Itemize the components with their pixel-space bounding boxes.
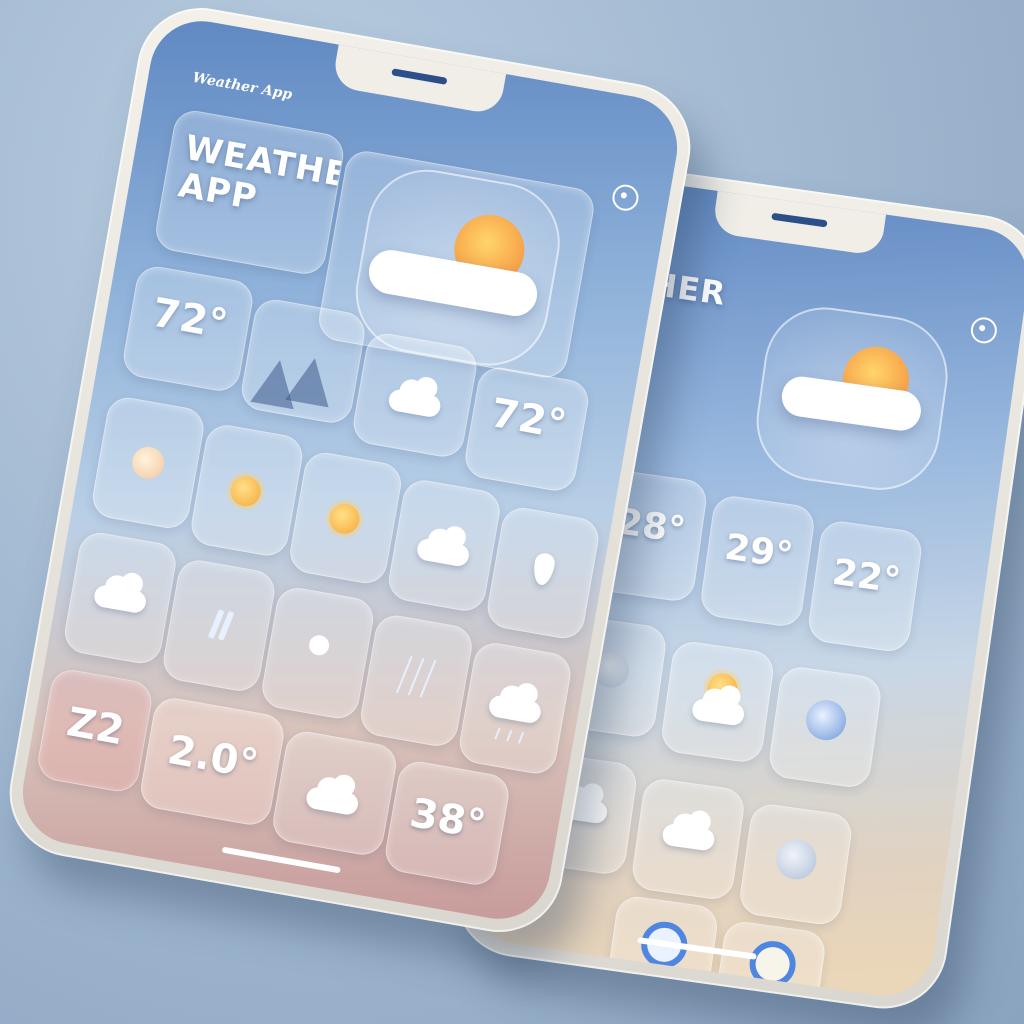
cloud-icon [415, 537, 471, 568]
rain-icon [506, 729, 513, 742]
home-indicator[interactable] [221, 846, 341, 874]
forecast-card-10[interactable] [456, 639, 574, 777]
cloud-icon [690, 697, 746, 727]
app-title: WEATHER APP [175, 128, 346, 237]
forecast-card-1[interactable] [89, 394, 208, 532]
drop-icon [531, 551, 557, 587]
back-forecast-card-2[interactable] [659, 639, 776, 765]
sun-icon [228, 473, 264, 509]
temp-card-5[interactable]: 38° [382, 758, 513, 889]
forecast-card-3[interactable] [286, 449, 405, 587]
title-card: WEATHER APP [152, 107, 347, 278]
back-hero-weather-icon [748, 299, 956, 498]
forecast-card-8[interactable] [258, 584, 377, 722]
notch [711, 188, 887, 257]
rain-icon [494, 727, 501, 740]
cloud-card[interactable] [350, 330, 480, 461]
forecast-card-4[interactable] [385, 476, 504, 615]
forecast-card-5[interactable] [484, 504, 602, 642]
landscape-card[interactable] [238, 296, 369, 427]
temp-value: 72° [148, 289, 232, 349]
temp-value: 2.0° [164, 727, 262, 789]
sun-icon [327, 501, 362, 537]
rain-cloud-icon [661, 822, 716, 852]
globe-icon [803, 697, 849, 743]
temp-card-4[interactable]: 2.0° [137, 694, 288, 829]
brand-label: Weather App [191, 69, 294, 104]
forecast-card-2[interactable] [188, 421, 306, 559]
cloud-icon [304, 785, 360, 817]
temp-card-1[interactable]: 72° [120, 263, 256, 395]
moon-icon [129, 444, 167, 482]
temp-card-2[interactable]: 72° [461, 364, 592, 494]
cloud-icon [92, 583, 148, 615]
back-forecast-card-8[interactable] [714, 919, 828, 1002]
rain-icon [419, 659, 437, 698]
back-forecast-card-3[interactable] [766, 664, 884, 790]
rain-icon [517, 731, 525, 744]
ring-icon [746, 938, 799, 991]
cloud-card-2[interactable] [269, 728, 400, 859]
forecast-card-6[interactable] [61, 529, 180, 667]
rain-cloud-icon [487, 693, 543, 725]
temp-value: Z2 [63, 699, 128, 755]
globe-icon [773, 836, 820, 882]
forecast-card-9[interactable] [357, 612, 476, 750]
cloud-icon [387, 387, 443, 419]
settings-icon[interactable] [969, 315, 999, 346]
temp-value: 38° [406, 790, 490, 849]
back-temp-card-3[interactable]: 22° [806, 518, 925, 654]
temp-value: 72° [487, 390, 570, 449]
back-forecast-card-5[interactable] [629, 776, 747, 902]
settings-icon[interactable] [610, 182, 641, 213]
back-forecast-card-6[interactable] [737, 801, 855, 927]
back-temp-card-2[interactable]: 29° [698, 493, 817, 629]
forecast-card-7[interactable] [160, 557, 278, 695]
notch [331, 42, 507, 116]
temp-card-3[interactable]: Z2 [34, 666, 155, 795]
temp-value: 29° [722, 526, 796, 577]
temp-value: 22° [829, 551, 903, 602]
tree-icon [285, 354, 337, 408]
drop-icon [307, 633, 331, 657]
